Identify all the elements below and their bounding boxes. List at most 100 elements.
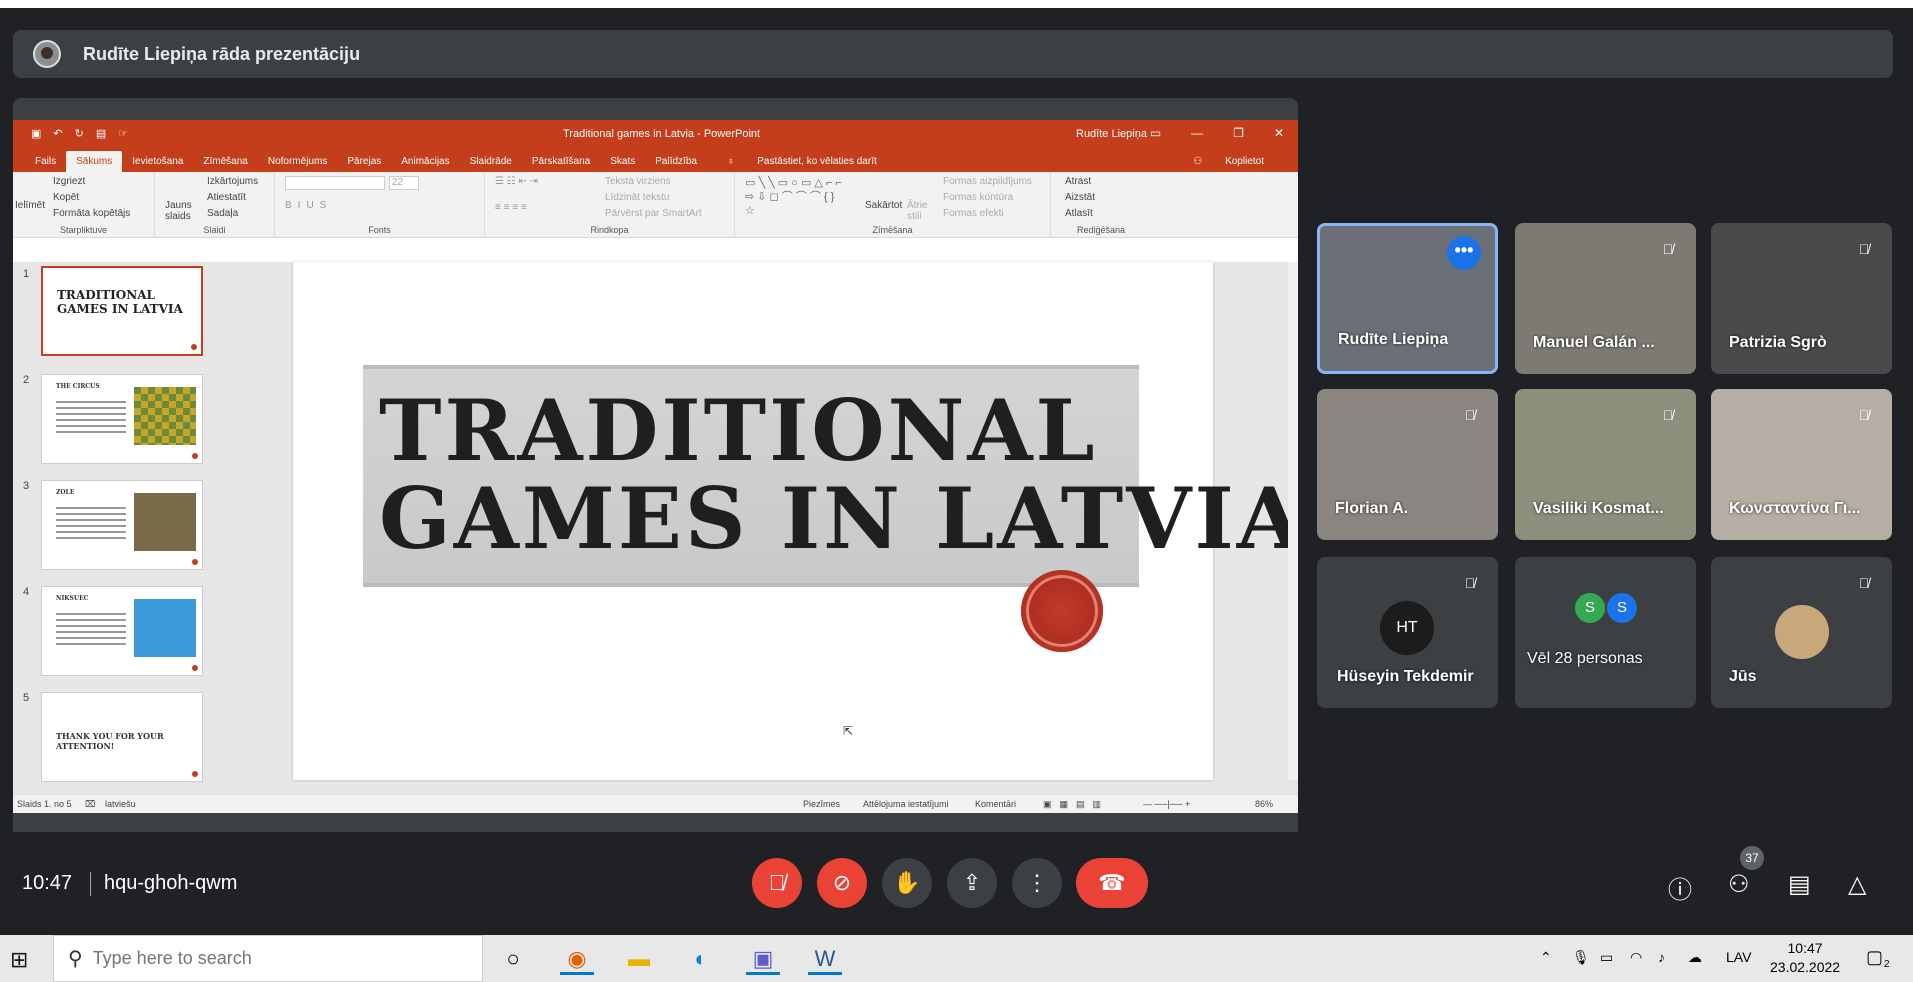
align-buttons[interactable]: ≡ ≡ ≡ ≡ — [495, 202, 527, 213]
participant-tile[interactable]: 🎙̸ Manuel Galán ... — [1515, 223, 1696, 374]
copy-button[interactable]: Kopēt — [53, 192, 79, 203]
file-explorer-icon[interactable]: ▬ — [622, 943, 656, 975]
participant-tile[interactable]: 🎙̸ Patrizia Sgrò — [1711, 223, 1892, 374]
quick-styles-button[interactable]: Ātrie stili — [907, 200, 937, 222]
shape-fill-button[interactable]: Formas aizpildījums — [943, 176, 1032, 187]
text-direction-button[interactable]: Teksta virziens — [605, 176, 671, 187]
cortana-icon[interactable]: ○ — [496, 943, 530, 975]
tab-view[interactable]: Skats — [600, 151, 645, 172]
camera-toggle-button[interactable]: ⊘ — [817, 858, 867, 908]
participant-tile[interactable]: 🎙̸ HT Hüseyin Tekdemir — [1317, 557, 1498, 708]
tab-slideshow[interactable]: Slaidrāde — [460, 151, 522, 172]
zoom-level[interactable]: 86% — [1255, 799, 1273, 809]
share-button[interactable]: ⚇ Koplietot — [1173, 151, 1284, 172]
powerpoint-window[interactable]: ▣ ↶ ↻ ▤ ☞ Traditional games in Latvia - … — [13, 120, 1298, 813]
maximize-icon[interactable]: ❐ — [1233, 126, 1244, 140]
participant-tile[interactable]: 🎙̸ Vasiliki Kosmat... — [1515, 389, 1696, 540]
mic-tray-icon[interactable]: 🎙 — [1572, 949, 1590, 966]
teams-icon[interactable]: ▣ — [746, 943, 780, 975]
thumbnail-5[interactable]: THANK YOU FOR YOUR ATTENTION! — [41, 692, 203, 782]
undo-icon[interactable]: ↶ — [53, 127, 62, 140]
windows-start-icon[interactable]: ⊞ — [10, 947, 28, 973]
format-painter-button[interactable]: Formāta kopētājs — [53, 208, 130, 219]
input-language[interactable]: LAV — [1726, 949, 1751, 965]
tab-help[interactable]: Palīdzība — [645, 151, 707, 172]
notes-button[interactable]: Piezīmes — [803, 799, 840, 809]
spellcheck-icon[interactable]: ⌧ — [85, 799, 95, 810]
raise-hand-button[interactable]: ✋ — [882, 858, 932, 908]
font-size-select[interactable]: 22 — [389, 176, 419, 190]
wifi-icon[interactable]: ◠ — [1630, 949, 1642, 966]
reset-button[interactable]: Atiestatīt — [207, 192, 246, 203]
tray-chevron-icon[interactable]: ⌃ — [1540, 949, 1552, 966]
ribbon-options-icon[interactable]: ▭ — [1150, 126, 1161, 140]
arrange-button[interactable]: Sakārtot — [865, 200, 902, 211]
select-button[interactable]: Atlasīt — [1065, 208, 1093, 219]
view-buttons[interactable]: ▣▦▤▥ — [1043, 799, 1109, 810]
close-icon[interactable]: ✕ — [1274, 126, 1284, 140]
new-slide-button[interactable]: Jauns slaids — [165, 200, 201, 222]
display-settings-button[interactable]: Attēlojuma iestatījumi — [863, 799, 949, 809]
smartart-button[interactable]: Pārvērst par SmartArt — [605, 208, 702, 219]
taskbar-clock[interactable]: 10:47 23.02.2022 — [1770, 939, 1840, 977]
tab-insert[interactable]: Ievietošana — [122, 151, 193, 172]
chat-icon[interactable]: ▤ — [1788, 870, 1811, 899]
minimize-icon[interactable]: — — [1191, 126, 1203, 140]
shapes-gallery[interactable]: ▭ ╲ ╲ ▭ ○ ▭ △ ⌐ ⌐ ⇨ ⇩ ◻ ⌒ ⌒ ⌒ { } ☆ — [745, 176, 845, 218]
section-button[interactable]: Sadaļa — [207, 208, 238, 219]
vertical-scrollbar[interactable] — [1288, 262, 1298, 780]
participant-tile[interactable]: 🎙̸ Florian A. — [1317, 389, 1498, 540]
volume-icon[interactable]: ♪ — [1658, 949, 1665, 965]
tab-transitions[interactable]: Pārejas — [337, 151, 391, 172]
tab-home[interactable]: Sākums — [66, 151, 123, 172]
participant-tile[interactable]: 🎙̸ Κωνσταντίνα Γι... — [1711, 389, 1892, 540]
tab-review[interactable]: Pārskatīšana — [522, 151, 600, 172]
search-input[interactable] — [92, 948, 453, 969]
font-family-select[interactable] — [285, 176, 385, 190]
firefox-icon[interactable]: ◉ — [560, 943, 594, 975]
redo-icon[interactable]: ↻ — [75, 127, 84, 140]
leave-call-button[interactable]: ☎ — [1076, 858, 1148, 908]
font-format-buttons[interactable]: BIUS — [285, 200, 332, 211]
find-button[interactable]: Atrast — [1065, 176, 1091, 187]
taskbar-search[interactable]: ⚲ — [53, 935, 483, 982]
mic-toggle-button[interactable]: 🎙̸ — [752, 858, 802, 908]
tab-design[interactable]: Noformējums — [258, 151, 337, 172]
save-icon[interactable]: ▣ — [31, 127, 41, 140]
list-buttons[interactable]: ☰ ☷ ⇤ ⇥ — [495, 176, 538, 187]
thumbnail-4[interactable]: NIKSUEC — [41, 586, 203, 676]
tell-me-search[interactable]: ♁ Pastāstiet, ko vēlaties darīt — [707, 151, 897, 172]
thumbnail-2[interactable]: THE CIRCUS — [41, 374, 203, 464]
battery-icon[interactable]: ▭ — [1600, 949, 1613, 966]
present-icon[interactable]: ▤ — [96, 127, 106, 140]
pp-user-name[interactable]: Rudīte Liepiņa — [1076, 128, 1147, 140]
edge-icon[interactable]: ◐ — [684, 943, 718, 975]
more-options-icon[interactable]: ••• — [1447, 236, 1481, 270]
thumbnail-1[interactable]: TRADITIONAL GAMES IN LATVIA — [41, 266, 203, 356]
current-slide[interactable]: TRADITIONAL GAMES IN LATVIA ⇱ — [293, 262, 1298, 780]
participant-tile[interactable]: 🎙̸ Jūs — [1711, 557, 1892, 708]
cut-button[interactable]: Izgriezt — [53, 176, 85, 187]
touch-icon[interactable]: ☞ — [118, 127, 128, 140]
shape-effects-button[interactable]: Formas efekti — [943, 208, 1004, 219]
info-icon[interactable]: ⓘ — [1668, 870, 1692, 905]
more-options-button[interactable]: ⋮ — [1012, 858, 1062, 908]
present-button[interactable]: ⇪ — [947, 858, 997, 908]
participant-tile[interactable]: ••• Rudīte Liepiņa — [1317, 223, 1498, 374]
zoom-slider[interactable]: — ──|── + — [1143, 799, 1190, 809]
tab-file[interactable]: Fails — [25, 151, 66, 172]
tab-animations[interactable]: Animācijas — [391, 151, 459, 172]
activities-icon[interactable]: △ — [1848, 870, 1866, 899]
word-icon[interactable]: W — [808, 943, 842, 975]
more-participants-tile[interactable]: S S Vēl 28 personas — [1515, 557, 1696, 708]
paste-button[interactable]: Ielīmēt — [15, 200, 45, 211]
tab-draw[interactable]: Zīmēšana — [193, 151, 257, 172]
shape-outline-button[interactable]: Formas kontūra — [943, 192, 1013, 203]
people-icon[interactable]: ⚇ — [1728, 870, 1750, 899]
align-text-button[interactable]: Līdzināt tekstu — [605, 192, 669, 203]
layout-button[interactable]: Izkārtojums — [207, 176, 258, 187]
onedrive-icon[interactable]: ☁ — [1688, 949, 1702, 966]
comments-button[interactable]: Komentāri — [975, 799, 1016, 809]
language-label[interactable]: latviešu — [105, 799, 136, 809]
notifications-icon[interactable]: ▢ — [1866, 947, 1883, 968]
